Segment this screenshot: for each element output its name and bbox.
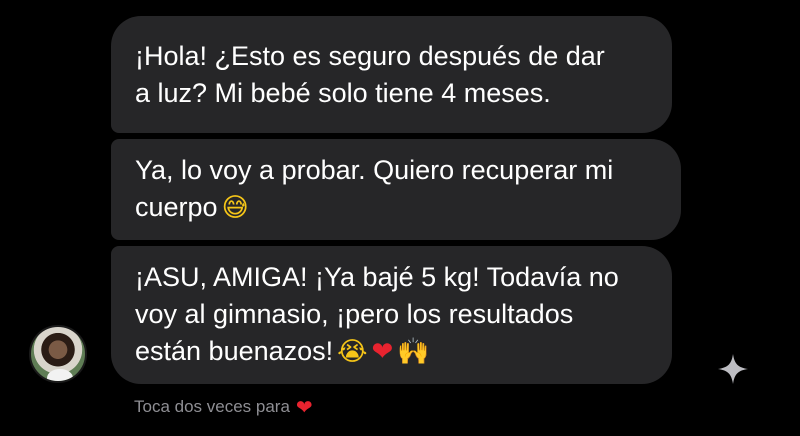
message-bubble-2[interactable]: Ya, lo voy a probar. Quiero recuperar mi… <box>111 139 681 240</box>
avatar[interactable] <box>29 325 87 383</box>
sparkle-icon[interactable] <box>716 352 750 386</box>
message-2-line-1: Ya, lo voy a probar. Quiero recuperar mi <box>135 155 614 185</box>
message-2-line-2-text: cuerpo <box>135 192 218 222</box>
chat-thread: ¡Hola! ¿Esto es seguro después de dar a … <box>0 0 800 436</box>
raising-hands-emoji-icon: 🙌 <box>397 337 430 367</box>
message-bubble-1[interactable]: ¡Hola! ¿Esto es seguro después de dar a … <box>111 16 672 133</box>
message-bubble-3[interactable]: ¡ASU, AMIGA! ¡Ya bajé 5 kg! Todavía no v… <box>111 246 672 384</box>
message-3-line-3: están buenazos! 😭 ❤ 🙌 <box>135 333 648 371</box>
message-2-line-2: cuerpo 😅 <box>135 189 657 227</box>
double-tap-hint-text: Toca dos veces para <box>134 397 290 416</box>
message-3-line-2: voy al gimnasio, ¡pero los resultados <box>135 299 574 329</box>
grinning-sweat-emoji-icon: 😅 <box>221 193 249 223</box>
message-1-line-2: a luz? Mi bebé solo tiene 4 meses. <box>135 77 551 108</box>
message-1-line-1: ¡Hola! ¿Esto es seguro después de dar <box>135 40 605 71</box>
red-heart-emoji-icon: ❤ <box>371 337 394 367</box>
message-3-line-1: ¡ASU, AMIGA! ¡Ya bajé 5 kg! Todavía no <box>135 262 619 292</box>
message-3-line-3-text: están buenazos! <box>135 336 334 366</box>
double-tap-hint: Toca dos veces para ❤ <box>134 395 313 419</box>
heart-icon: ❤ <box>295 395 313 419</box>
crying-face-emoji-icon: 😭 <box>337 337 368 367</box>
